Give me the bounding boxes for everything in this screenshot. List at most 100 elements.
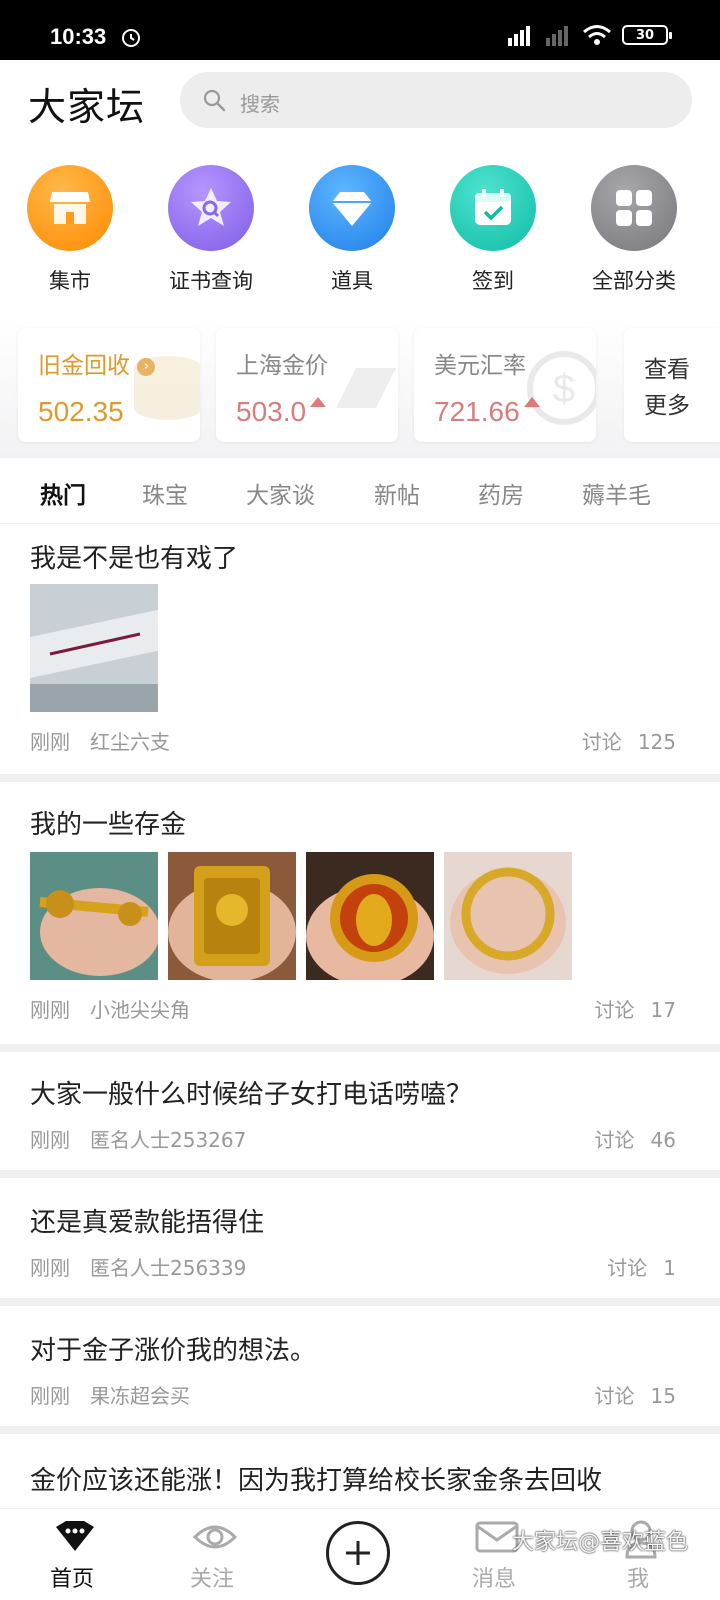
post-title: 我的一些存金 — [30, 810, 187, 840]
post-stat: 讨论 46 — [594, 1128, 676, 1152]
wifi-icon — [583, 25, 611, 45]
quick-link-all-categories[interactable]: 全部分类 — [564, 165, 704, 295]
quick-links: 集市 证书查询 道具 签到 全部分类 — [0, 165, 720, 305]
price-card-shanghai-gold[interactable]: 上海金价 503.0 — [216, 328, 398, 442]
watermark: 大家坛@喜欢蓝色 — [511, 1530, 688, 1555]
app-logo: 大家坛 — [28, 85, 146, 129]
price-value: 721.66 — [434, 396, 540, 428]
post-meta: 刚刚 红尘六支 — [30, 730, 170, 754]
up-arrow-icon — [310, 397, 327, 407]
post-thumbnail[interactable] — [30, 852, 158, 980]
price-ticker: 旧金回收 › 502.35 上海金价 503.0 $ 美元汇率 721.66 查… — [0, 318, 720, 458]
category-tabs: 热门 珠宝 大家谈 新帖 药房 薅羊毛 — [0, 458, 720, 524]
post-meta: 刚刚 果冻超会买 — [30, 1384, 190, 1408]
price-card-gold-recycle[interactable]: 旧金回收 › 502.35 — [18, 328, 200, 442]
divider — [0, 774, 720, 782]
post-item[interactable]: 还是真爱款能捂得住 刚刚 匿名人士256339 讨论 1 — [0, 1178, 720, 1298]
tab-hot[interactable]: 热门 — [40, 476, 86, 510]
chevron-right-icon: › — [137, 358, 156, 376]
tab-deals[interactable]: 薅羊毛 — [582, 476, 651, 510]
post-thumbnail[interactable] — [444, 852, 572, 980]
quick-link-checkin[interactable]: 签到 — [423, 165, 563, 295]
tab-pharmacy[interactable]: 药房 — [478, 476, 524, 510]
gold-bar-icon — [336, 368, 396, 408]
header: 大家坛 搜索 — [0, 60, 720, 150]
nav-label: 消息 — [471, 1567, 516, 1592]
quick-link-label: 证书查询 — [169, 269, 253, 293]
nav-label: 关注 — [189, 1567, 234, 1592]
price-title: 美元汇率 — [434, 353, 526, 379]
divider — [0, 1426, 720, 1434]
nav-label: 首页 — [49, 1567, 94, 1592]
certificate-search-icon — [168, 165, 254, 251]
post-stat: 讨论 17 — [594, 998, 676, 1022]
post-thumbnail[interactable] — [30, 584, 158, 712]
svg-text:$: $ — [553, 367, 575, 411]
post-title: 对于金子涨价我的想法。 — [30, 1336, 317, 1366]
price-value: 502.35 — [38, 396, 124, 427]
post-author[interactable]: 匿名人士256339 — [90, 1256, 246, 1280]
post-item[interactable]: 对于金子涨价我的想法。 刚刚 果冻超会买 讨论 15 — [0, 1306, 720, 1426]
post-meta: 刚刚 小池尖尖角 — [30, 998, 190, 1022]
market-icon — [27, 165, 113, 251]
view-more-line1: 查看 — [644, 357, 690, 383]
up-arrow-icon — [523, 397, 540, 407]
post-meta: 刚刚 匿名人士256339 — [30, 1256, 247, 1280]
post-author[interactable]: 匿名人士253267 — [90, 1128, 246, 1152]
diamond-icon — [309, 165, 395, 251]
quick-link-market[interactable]: 集市 — [0, 165, 140, 295]
quick-link-label: 签到 — [472, 269, 514, 293]
post-item[interactable]: 我的一些存金 刚刚 小池尖尖角 讨论 17 — [0, 782, 720, 1044]
nav-label: 我 — [626, 1567, 649, 1592]
nav-home[interactable]: 首页 — [12, 1509, 132, 1600]
price-title: 旧金回收 › — [38, 346, 156, 380]
quick-link-props[interactable]: 道具 — [282, 165, 422, 295]
post-thumbnail[interactable] — [306, 852, 434, 980]
alarm-icon — [122, 29, 140, 47]
nav-following[interactable]: 关注 — [152, 1509, 272, 1600]
search-placeholder: 搜索 — [240, 92, 280, 116]
post-author[interactable]: 红尘六支 — [90, 730, 170, 754]
quick-link-label: 道具 — [331, 269, 373, 293]
signal-icon — [508, 26, 530, 46]
status-time: 10:33 — [50, 24, 107, 49]
tab-new-posts[interactable]: 新帖 — [374, 476, 420, 510]
post-stat: 讨论 1 — [607, 1256, 676, 1280]
divider — [0, 1298, 720, 1306]
post-meta: 刚刚 匿名人士253267 — [30, 1128, 247, 1152]
view-more-button[interactable]: 查看 更多 — [624, 328, 720, 442]
post-title: 金价应该还能涨！因为我打算给校长家金条去回收 — [30, 1466, 603, 1496]
quick-link-certificate[interactable]: 证书查询 — [141, 165, 281, 295]
quick-link-label: 集市 — [49, 269, 91, 293]
post-title: 我是不是也有戏了 — [30, 544, 239, 574]
price-title: 上海金价 — [236, 353, 328, 379]
quick-link-label: 全部分类 — [592, 269, 676, 293]
post-item[interactable]: 大家一般什么时候给子女打电话唠嗑？ 刚刚 匿名人士253267 讨论 46 — [0, 1052, 720, 1170]
divider — [0, 1044, 720, 1052]
price-value: 503.0 — [236, 396, 327, 428]
tab-jewelry[interactable]: 珠宝 — [142, 476, 188, 510]
post-author[interactable]: 小池尖尖角 — [90, 998, 190, 1022]
status-bar: 10:33 30 — [0, 0, 720, 60]
view-more-line2: 更多 — [644, 393, 690, 419]
search-bar[interactable]: 搜索 — [180, 72, 692, 128]
tab-discussion[interactable]: 大家谈 — [246, 476, 315, 510]
post-thumbnail[interactable] — [168, 852, 296, 980]
post-item[interactable]: 金价应该还能涨！因为我打算给校长家金条去回收 — [0, 1434, 720, 1508]
battery-indicator: 30 — [622, 25, 672, 45]
calendar-check-icon — [450, 165, 536, 251]
post-stat: 讨论 125 — [581, 730, 676, 754]
signal-off-icon — [546, 26, 568, 46]
search-icon — [203, 89, 226, 112]
plus-icon — [346, 1541, 370, 1565]
post-title: 大家一般什么时候给子女打电话唠嗑？ — [30, 1080, 473, 1110]
price-card-usd-rate[interactable]: $ 美元汇率 721.66 — [414, 328, 596, 442]
create-post-button[interactable] — [326, 1521, 390, 1585]
post-author[interactable]: 果冻超会买 — [90, 1384, 190, 1408]
post-item[interactable]: 我是不是也有戏了 刚刚 红尘六支 讨论 125 — [0, 524, 720, 774]
post-title: 还是真爱款能捂得住 — [30, 1208, 265, 1238]
eye-icon — [192, 1525, 238, 1549]
post-stat: 讨论 15 — [594, 1384, 676, 1408]
home-icon — [56, 1521, 94, 1551]
divider — [0, 1170, 720, 1178]
